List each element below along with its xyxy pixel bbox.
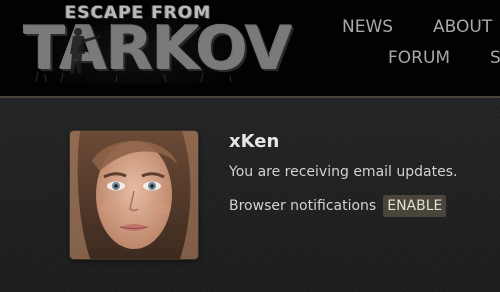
nav-news-link[interactable]: NEWS: [342, 17, 393, 37]
nav-about-link[interactable]: ABOUT: [433, 17, 492, 37]
username: xKen: [229, 131, 280, 152]
soldier-silhouette-icon: [35, 28, 232, 83]
browser-notifications-row: Browser notifications ENABLE: [229, 194, 447, 218]
browser-notifications-label: Browser notifications: [229, 198, 377, 214]
avatar: [70, 131, 198, 259]
nav-partial-link[interactable]: S: [490, 48, 500, 68]
site-header: ESCAPE FROM TARKOV NEWS ABOUT FORUM S: [0, 0, 500, 96]
email-status-text: You are receiving email updates.: [229, 164, 458, 180]
nav-forum-link[interactable]: FORUM: [388, 48, 450, 68]
avatar-photo: [70, 131, 198, 259]
escape-from-tarkov-logo[interactable]: ESCAPE FROM TARKOV: [24, 2, 293, 84]
enable-notifications-button[interactable]: ENABLE: [383, 195, 447, 217]
